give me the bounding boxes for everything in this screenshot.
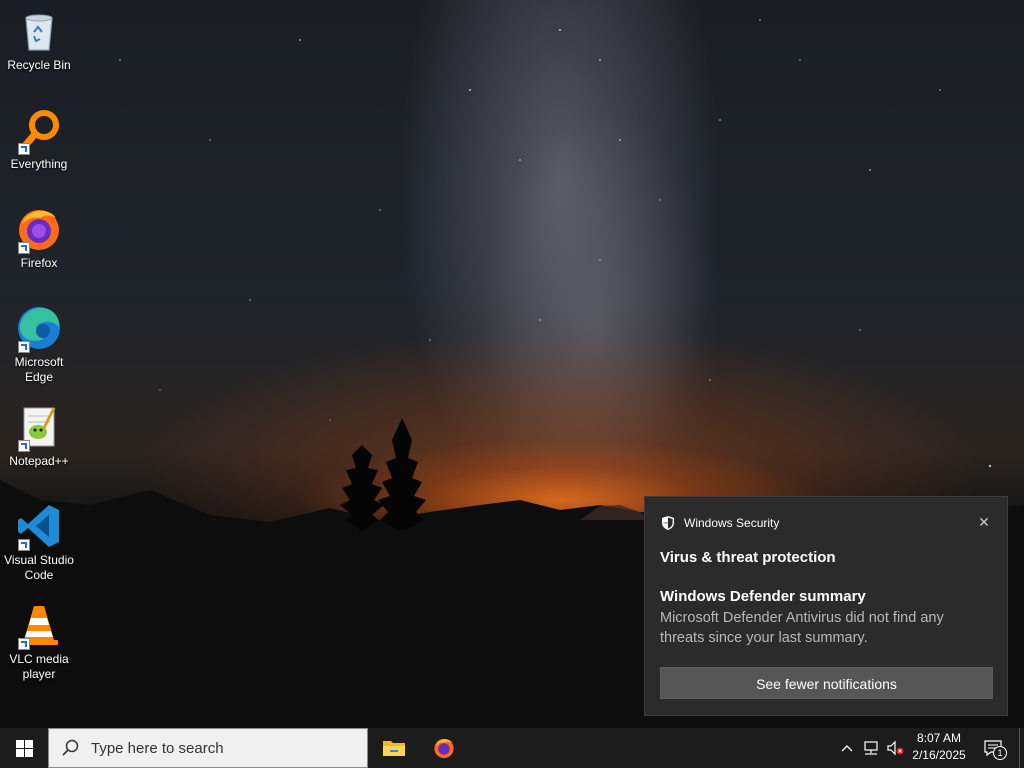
desktop-icon-recycle-bin[interactable]: Recycle Bin <box>2 0 76 73</box>
shortcut-arrow-icon <box>18 242 30 254</box>
desktop-icon-vlc[interactable]: VLC media player <box>2 594 76 682</box>
show-hidden-icons-button[interactable] <box>838 728 856 768</box>
firefox-icon <box>14 204 64 254</box>
search-icon <box>62 739 79 756</box>
desktop-icon-label: Recycle Bin <box>7 58 71 72</box>
network-ethernet-icon <box>864 741 878 755</box>
taskbar-search-box[interactable] <box>48 728 368 768</box>
recycle-bin-icon <box>14 6 64 56</box>
taskbar: 8:07 AM 2/16/2025 1 <box>0 728 1024 768</box>
file-explorer-icon <box>383 741 405 756</box>
shortcut-arrow-icon <box>18 539 30 551</box>
toast-body: Microsoft Defender Antivirus did not fin… <box>660 610 944 646</box>
desktop-icon-everything[interactable]: Everything <box>2 99 76 172</box>
everything-search-icon <box>14 105 64 155</box>
desktop-icon-label: Firefox <box>20 256 58 270</box>
taskbar-clock[interactable]: 8:07 AM 2/16/2025 <box>906 730 972 764</box>
desktop-icon-label: VLC media player <box>9 652 69 681</box>
see-fewer-notifications-button[interactable]: See fewer notifications <box>660 667 993 699</box>
search-input[interactable] <box>89 738 353 758</box>
clock-date: 2/16/2025 <box>912 748 966 762</box>
taskbar-file-explorer-button[interactable] <box>370 728 418 768</box>
toast-header: Windows Security <box>660 515 779 531</box>
shield-icon <box>662 516 674 530</box>
desktop-icon-firefox[interactable]: Firefox <box>2 198 76 271</box>
shortcut-arrow-icon <box>18 143 30 155</box>
volume-muted-icon <box>887 740 904 756</box>
network-button[interactable] <box>860 728 882 768</box>
desktop-icon-label: Everything <box>10 157 68 171</box>
vscode-icon <box>14 501 64 551</box>
firefox-icon <box>434 738 454 759</box>
windows-security-toast[interactable]: Windows Security ✕ Virus & threat protec… <box>644 496 1008 716</box>
windows-logo-icon <box>15 739 33 757</box>
vlc-icon <box>14 600 64 650</box>
toast-title: Virus & threat protection <box>660 549 836 566</box>
desktop-icon-edge[interactable]: Microsoft Edge <box>2 297 76 385</box>
taskbar-firefox-button[interactable] <box>420 728 468 768</box>
desktop-icon-vscode[interactable]: Visual Studio Code <box>2 495 76 583</box>
toast-app-name: Windows Security <box>684 516 780 530</box>
shortcut-arrow-icon <box>18 341 30 353</box>
edge-icon <box>14 303 64 353</box>
desktop-icon-label: Visual Studio Code <box>4 553 74 582</box>
chevron-up-icon <box>841 745 853 752</box>
notification-count-badge: 1 <box>993 746 1007 760</box>
shortcut-arrow-icon <box>18 440 30 452</box>
desktop-icon-label: Microsoft Edge <box>14 355 64 384</box>
clock-time: 8:07 AM <box>916 731 962 745</box>
shortcut-arrow-icon <box>18 638 30 650</box>
notepad-plus-plus-icon <box>14 402 64 452</box>
show-desktop-button[interactable] <box>1019 728 1024 768</box>
desktop-icon-notepad-plus-plus[interactable]: Notepad++ <box>2 396 76 469</box>
close-icon[interactable]: ✕ <box>975 513 993 531</box>
start-button[interactable] <box>0 728 48 768</box>
toast-subtitle: Windows Defender summary <box>660 588 866 605</box>
desktop-icon-label: Notepad++ <box>9 454 69 468</box>
volume-button[interactable] <box>884 728 906 768</box>
